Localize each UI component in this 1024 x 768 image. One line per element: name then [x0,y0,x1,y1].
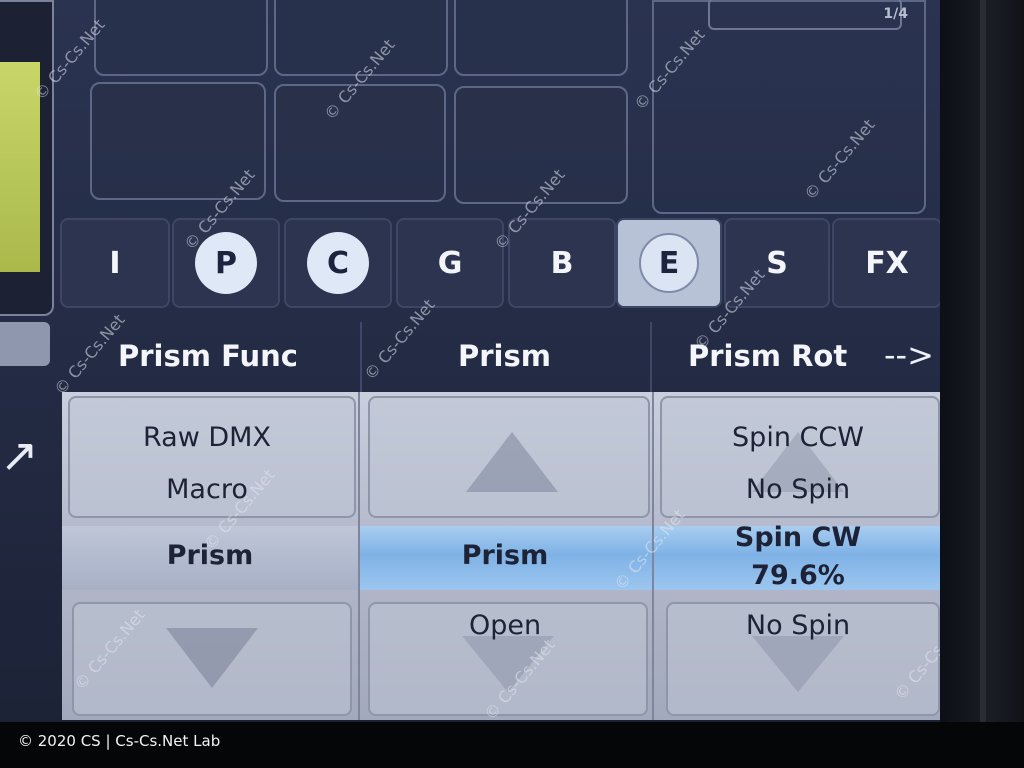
preset-cell[interactable] [274,84,446,202]
next-page-arrow-icon[interactable]: --> [884,336,934,374]
watermark: © Cs-Cs.Net [360,295,439,384]
selected-value-prism[interactable]: Prism [358,540,652,571]
selected-value-prism-rot[interactable]: Spin CW [652,522,944,553]
option-raw-dmx[interactable]: Raw DMX [62,422,352,453]
side-panel-field[interactable] [708,0,902,30]
diagonal-arrow-icon[interactable]: ↗ [0,428,50,488]
tab-intensity[interactable]: I [60,218,170,308]
column-header-prism-func[interactable]: Prism Func [118,330,298,382]
tab-beam[interactable]: B [508,218,616,308]
tab-label: I [109,245,121,281]
selected-value-percent: 79.6% [751,560,845,591]
preset-cell[interactable] [454,0,628,76]
left-preview-panel[interactable] [0,0,54,316]
option-no-spin[interactable]: No Spin [652,474,944,505]
left-side-button[interactable] [0,322,50,366]
column-divider [360,322,362,392]
column-header-prism[interactable]: Prism [458,330,551,382]
tab-gobo[interactable]: G [396,218,504,308]
tab-label: G [437,245,463,281]
console-screen: ↗ 1/4 I P C G B E S FX Prism Func Prism … [0,0,975,735]
scroll-down-arrow-icon[interactable] [166,628,258,688]
tab-label: B [550,245,574,281]
preset-cell[interactable] [94,0,268,76]
page-indicator: 1/4 [883,6,908,22]
scroll-up-arrow-icon[interactable] [466,432,558,492]
tab-label: E [639,233,699,293]
tab-fx[interactable]: FX [832,218,942,308]
option-open[interactable]: Open [358,610,652,641]
display-bezel [940,0,1024,768]
value-wheel-table: Raw DMX Macro Prism Prism Open Spin CCW … [62,392,944,720]
tab-label: S [766,245,788,281]
tab-effects[interactable]: E [616,218,722,308]
watermark: © Cs-Cs.Net [50,310,129,399]
option-spin-ccw[interactable]: Spin CCW [652,422,944,453]
column-divider [650,322,652,392]
tab-label: FX [865,245,909,281]
option-no-spin-below[interactable]: No Spin [652,610,944,641]
option-macro[interactable]: Macro [62,474,352,505]
photo-credit: © 2020 CS | Cs-Cs.Net Lab [18,732,221,750]
tab-color[interactable]: C [284,218,392,308]
tab-label: C [307,232,369,294]
scroll-down-arrow-icon[interactable] [752,636,844,692]
